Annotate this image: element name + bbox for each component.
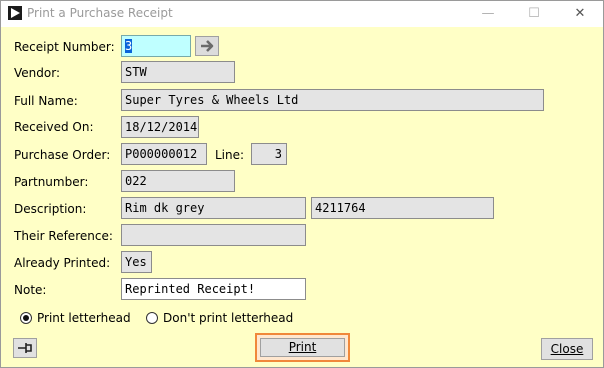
received-on-label: Received On: — [14, 120, 94, 134]
maximize-button[interactable]: ☐ — [519, 4, 549, 24]
print-letterhead-radio[interactable] — [20, 312, 32, 324]
go-button[interactable] — [195, 36, 219, 56]
already-printed-label: Already Printed: — [14, 256, 111, 270]
receipt-number-label: Receipt Number: — [14, 40, 115, 54]
vendor-field: STW — [121, 61, 235, 83]
radio-selected-dot — [23, 315, 29, 321]
their-reference-label: Their Reference: — [14, 229, 113, 243]
print-letterhead-label[interactable]: Print letterhead — [37, 311, 131, 325]
dont-print-letterhead-label[interactable]: Don't print letterhead — [163, 311, 293, 325]
full-name-label: Full Name: — [14, 94, 78, 108]
already-printed-field: Yes — [121, 251, 152, 273]
note-input[interactable]: Reprinted Receipt! — [121, 278, 306, 300]
title-bar: Print a Purchase Receipt — ☐ ✕ — [1, 1, 603, 27]
print-receipt-window: Print a Purchase Receipt — ☐ ✕ Receipt N… — [0, 0, 604, 368]
partnumber-label: Partnumber: — [14, 175, 89, 189]
partnumber-field: 022 — [121, 170, 235, 192]
window-title: Print a Purchase Receipt — [27, 6, 173, 20]
description-code-field: 4211764 — [311, 197, 494, 219]
full-name-field: Super Tyres & Wheels Ltd — [121, 89, 544, 111]
pin-button[interactable] — [13, 338, 37, 358]
minimize-button[interactable]: — — [473, 4, 503, 24]
close-window-button[interactable]: ✕ — [565, 4, 595, 24]
description-field: Rim dk grey — [121, 197, 306, 219]
their-reference-field — [121, 224, 306, 246]
arrow-right-icon — [201, 40, 214, 52]
pin-icon — [18, 343, 32, 353]
purchase-order-label: Purchase Order: — [14, 148, 111, 162]
print-button-focus: Print — [255, 333, 350, 362]
app-icon — [8, 6, 22, 20]
description-label: Description: — [14, 202, 87, 216]
received-on-field: 18/12/2014 — [121, 116, 199, 138]
receipt-number-input[interactable]: 3 — [121, 35, 191, 57]
line-field: 3 — [251, 143, 287, 165]
vendor-label: Vendor: — [14, 66, 60, 80]
print-button[interactable]: Print — [260, 338, 345, 357]
dont-print-letterhead-radio[interactable] — [146, 312, 158, 324]
close-button[interactable]: Close — [541, 338, 593, 360]
purchase-order-field: P000000012 — [121, 143, 207, 165]
line-label: Line: — [215, 148, 245, 162]
note-label: Note: — [14, 283, 47, 297]
